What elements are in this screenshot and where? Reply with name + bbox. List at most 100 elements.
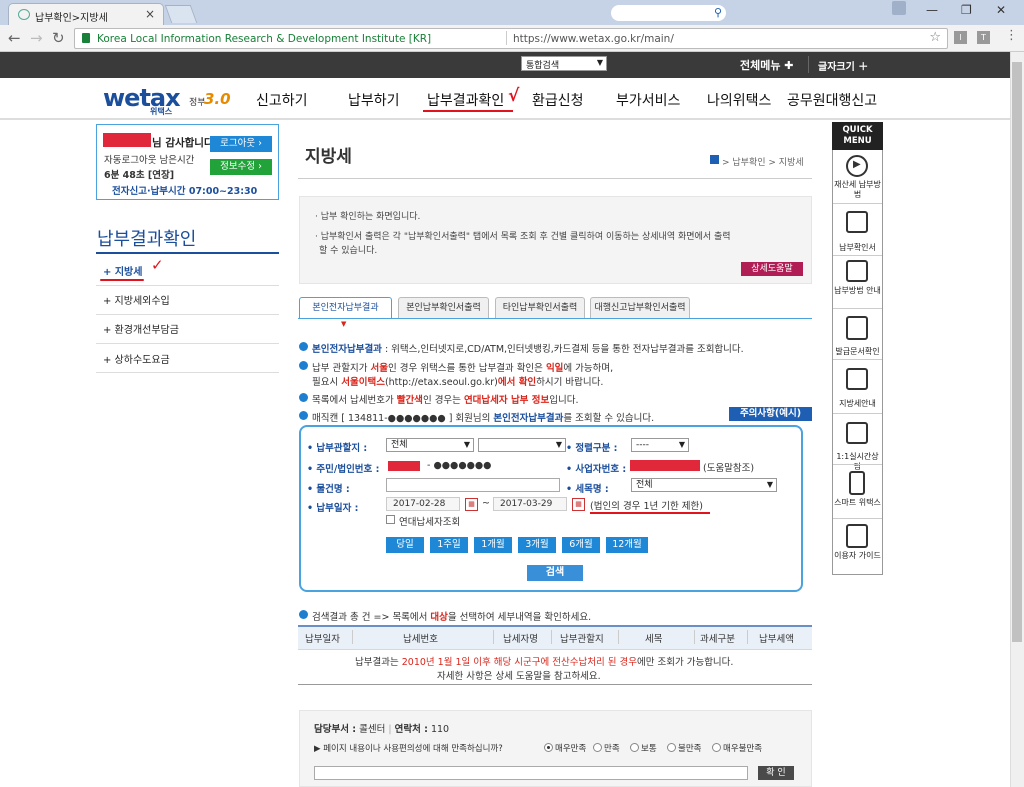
logout-button[interactable]: 로그아웃 › [210, 136, 272, 152]
caution-example-button[interactable]: 주의사항(예시) [729, 407, 812, 421]
calendar-icon[interactable]: ▦ [572, 498, 585, 511]
url-text[interactable]: https://www.wetax.go.kr/main/ [513, 33, 674, 45]
notice-line: 본인전자납부결과 : 위택스,인터넷지로,CD/ATM,인터넷뱅킹,카드결제 등… [312, 344, 744, 355]
smartphone-icon[interactable] [849, 471, 865, 495]
guide-book-icon[interactable] [846, 524, 868, 548]
address-bar[interactable]: Korea Local Information Research & Devel… [74, 28, 948, 49]
annotation-underline [423, 110, 513, 112]
quick-property-tax-guide[interactable]: 재산세 납부방법 [833, 180, 882, 200]
radio-dissatisfied[interactable] [667, 743, 676, 752]
tab-proxy-payment-certificate[interactable]: 대행신고납부확인서출력 [590, 297, 690, 319]
monitor-chat-icon[interactable] [846, 422, 868, 444]
search-button[interactable]: 검색 [527, 565, 583, 581]
sort-select[interactable]: ---- ▼ [631, 438, 689, 452]
sidebar-item-environment-charge[interactable]: + 환경개선부담금 [103, 321, 179, 336]
printer-icon[interactable] [846, 211, 868, 233]
column-header: 납세자명 [503, 634, 538, 645]
contact-info: 담당부서 : 콜센터 | 연락처 : 110 [314, 724, 450, 735]
radio-label: 매우만족 [555, 744, 587, 754]
menu-pay[interactable]: 납부하기 [348, 90, 400, 110]
quick-issued-document-check[interactable]: 발급문서확인 [833, 347, 882, 357]
jurisdiction-detail-select[interactable]: ▼ [478, 438, 566, 452]
period-1week-button[interactable]: 1주일 [430, 537, 468, 553]
menu-official-proxy[interactable]: 공무원대행신고 [787, 90, 877, 110]
item-name-input[interactable] [386, 478, 560, 492]
site-search-input[interactable]: ⚲ [611, 5, 726, 21]
back-icon[interactable]: ← [8, 29, 21, 47]
quick-user-guide[interactable]: 이용자 가이드 [833, 551, 882, 561]
book-icon[interactable] [846, 368, 868, 390]
column-header: 납부관할지 [560, 634, 604, 645]
scrollbar-thumb[interactable] [1012, 62, 1022, 642]
notice-line: 필요시 서울이택스(http://etax.seoul.go.kr)에서 확인하… [312, 377, 604, 388]
all-menu-link[interactable]: 전체메뉴 ✚ [740, 57, 794, 73]
extension-icon[interactable]: l [954, 31, 967, 44]
menu-refund[interactable]: 환급신청 [532, 90, 584, 110]
period-1month-button[interactable]: 1개월 [474, 537, 512, 553]
redacted-biz-number [630, 460, 700, 471]
bookmark-star-icon[interactable]: ☆ [929, 30, 941, 45]
window-close-icon[interactable]: ✕ [996, 3, 1006, 17]
biz-number-label: • 사업자번호 : [566, 464, 627, 475]
date-from-input[interactable]: 2017-02-28 [386, 497, 460, 511]
document-list-icon[interactable] [846, 260, 868, 282]
quick-smart-wetax[interactable]: 스마트 위택스 [833, 498, 882, 508]
tab-close-icon[interactable]: × [145, 7, 155, 21]
search-scope-select[interactable]: 통합검색 ▼ [521, 56, 607, 71]
sidebar-item-water-fee[interactable]: + 상하수도요금 [103, 351, 170, 366]
radio-satisfied[interactable] [593, 743, 602, 752]
period-today-button[interactable]: 당일 [386, 537, 424, 553]
tax-item-label: • 세목명 : [566, 484, 609, 495]
feedback-confirm-button[interactable]: 확 인 [758, 766, 794, 780]
reload-icon[interactable]: ↻ [52, 29, 65, 47]
period-3month-button[interactable]: 3개월 [518, 537, 556, 553]
quick-payment-certificate[interactable]: 납부확인서 [833, 243, 882, 253]
tab-my-e-payment-result[interactable]: 본인전자납부결과 [299, 297, 392, 319]
payment-date-label: • 납부일자 : [307, 503, 359, 514]
quick-local-tax-guide[interactable]: 지방세안내 [833, 399, 882, 409]
forward-icon[interactable]: → [30, 29, 43, 47]
certificate-icon[interactable] [846, 316, 868, 340]
menu-extra-services[interactable]: 부가서비스 [616, 90, 680, 110]
sidebar-item-non-tax-revenue[interactable]: + 지방세외수입 [103, 292, 170, 307]
menu-my-wetax[interactable]: 나의위택스 [707, 90, 771, 110]
joint-taxpayer-checkbox[interactable] [386, 515, 395, 524]
breadcrumb: > 납부확인 > 지방세 [722, 158, 804, 168]
font-size-link[interactable]: 글자크기 ＋ [818, 58, 868, 73]
search-icon[interactable]: ⚲ [714, 6, 722, 19]
notice-line: 매직캔 [ 134811-●●●●●●● ] 회원님의 본인전자납부결과를 조회… [312, 413, 655, 424]
home-icon[interactable] [710, 155, 719, 164]
extension-icon[interactable]: T [977, 31, 990, 44]
edit-info-button[interactable]: 정보수정 › [210, 159, 272, 175]
menu-report[interactable]: 신고하기 [256, 90, 308, 110]
detail-help-button[interactable]: 상세도움말 [741, 262, 803, 276]
period-12month-button[interactable]: 12개월 [606, 537, 648, 553]
site-identity: Korea Local Information Research & Devel… [97, 33, 432, 45]
browser-menu-icon[interactable]: ⋮ [1005, 28, 1018, 43]
notice-line: 납부 관할지가 서울인 경우 위택스를 통한 납부결과 확인은 익일에 가능하며… [312, 363, 614, 374]
jurisdiction-select[interactable]: 전체 ▼ [386, 438, 474, 452]
menu-payment-result[interactable]: 납부결과확인 [427, 90, 504, 110]
profile-icon[interactable] [892, 1, 906, 15]
quick-live-chat[interactable]: 1:1실시간상담 [833, 452, 882, 472]
sidebar-item-local-tax[interactable]: + 지방세 [103, 263, 142, 278]
browser-toolbar: ← → ↻ Korea Local Information Research &… [0, 25, 1024, 52]
radio-neutral[interactable] [630, 743, 639, 752]
tab-other-payment-certificate[interactable]: 타인납부확인서출력 [495, 297, 585, 319]
calendar-icon[interactable]: ▦ [465, 498, 478, 511]
column-header: 납부일자 [305, 634, 340, 645]
tax-item-select[interactable]: 전체 ▼ [631, 478, 777, 492]
minimize-icon[interactable]: — [926, 3, 938, 17]
radio-very-satisfied[interactable] [544, 743, 553, 752]
tab-my-payment-certificate[interactable]: 본인납부확인서출력 [398, 297, 489, 319]
period-6month-button[interactable]: 6개월 [562, 537, 600, 553]
info-line: 할 수 있습니다. [319, 246, 378, 256]
radio-very-dissatisfied[interactable] [712, 743, 721, 752]
maximize-icon[interactable]: ❐ [961, 3, 972, 17]
feedback-input[interactable] [314, 766, 748, 780]
browser-tab[interactable]: 납부확인>지방세 × [8, 3, 164, 25]
date-to-input[interactable]: 2017-03-29 [493, 497, 567, 511]
autologout-remaining[interactable]: 6분 48초 [연장] [104, 167, 174, 181]
logo-subtitle: 위택스 [150, 107, 173, 116]
quick-payment-method[interactable]: 납부방법 안내 [833, 286, 882, 296]
